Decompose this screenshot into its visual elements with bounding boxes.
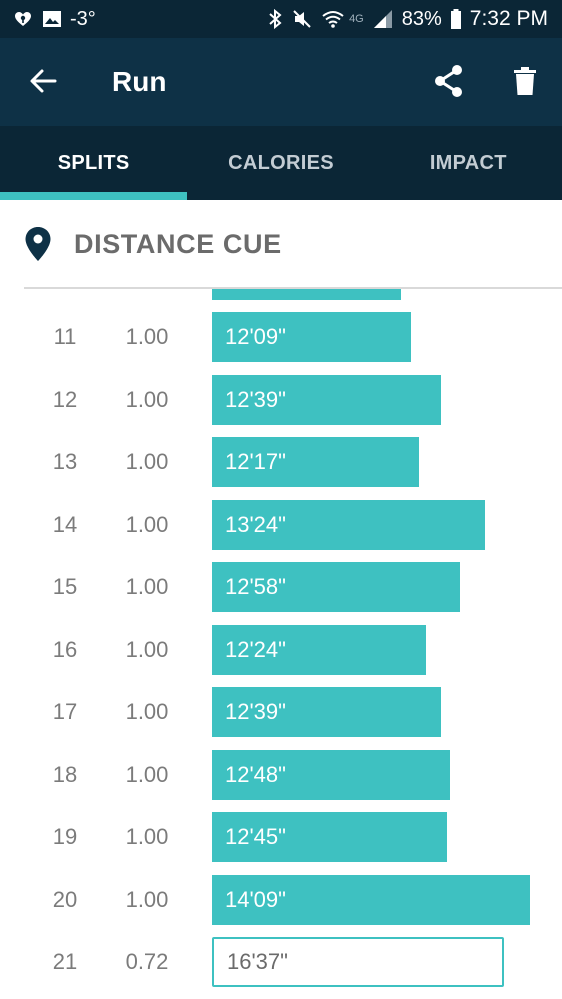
split-row: 13 1.00 12'17" bbox=[0, 437, 562, 499]
share-icon bbox=[433, 64, 465, 103]
clock-text: 7:32 PM bbox=[469, 7, 548, 30]
section-title: DISTANCE CUE bbox=[74, 229, 282, 259]
split-row: 19 1.00 12'45" bbox=[0, 812, 562, 874]
split-index: 16 bbox=[52, 636, 78, 662]
network-type-text: 4G bbox=[349, 13, 364, 25]
split-distance: 1.00 bbox=[125, 449, 169, 474]
split-index: 21 bbox=[52, 949, 78, 974]
battery-icon bbox=[450, 8, 462, 30]
split-index: 19 bbox=[52, 824, 78, 849]
split-row: 17 1.00 12'39" bbox=[0, 687, 562, 749]
split-distance: 1.00 bbox=[125, 699, 169, 724]
split-pace-bar: 12'39" bbox=[212, 374, 441, 425]
split-index: 14 bbox=[52, 511, 78, 537]
tab-splits-label: SPLITS bbox=[57, 151, 130, 174]
split-distance: 1.00 bbox=[125, 574, 169, 599]
split-pace-bar: 12'58" bbox=[212, 562, 460, 612]
tab-calories[interactable]: CALORIES bbox=[187, 126, 374, 200]
tab-bar: SPLITS CALORIES IMPACT bbox=[0, 126, 562, 200]
active-tab-indicator bbox=[0, 192, 187, 200]
split-index: 13 bbox=[52, 449, 78, 474]
split-pace-bar: 12'17" bbox=[212, 437, 419, 487]
radio-icon bbox=[12, 9, 34, 29]
split-pace-bar: 12'45" bbox=[212, 812, 447, 862]
split-time: 13'24" bbox=[225, 511, 286, 537]
wifi-icon bbox=[321, 9, 345, 29]
split-pace-bar: 12'09" bbox=[212, 312, 411, 362]
split-pace-bar: 12'39" bbox=[212, 687, 441, 737]
split-time: 12'45" bbox=[225, 824, 286, 849]
splits-list[interactable]: 11 1.00 12'09" 12 1.00 12'39" 13 1.00 12'17" 14 1.… bbox=[0, 289, 562, 999]
tab-impact[interactable]: IMPACT bbox=[375, 126, 562, 200]
status-bar-left: -3° bbox=[12, 0, 96, 38]
split-row: 14 1.00 13'24" bbox=[0, 499, 562, 562]
split-pace-bar: 14'09" bbox=[212, 874, 530, 925]
split-row: 18 1.00 12'48" bbox=[0, 749, 562, 812]
split-time: 16'37" bbox=[227, 949, 288, 974]
back-arrow-icon bbox=[29, 68, 57, 99]
distance-cue-header: DISTANCE CUE bbox=[0, 200, 562, 288]
split-index: 12 bbox=[52, 386, 78, 412]
split-pace-bar: 12'24" bbox=[212, 624, 426, 675]
split-distance: 0.72 bbox=[125, 949, 169, 974]
status-bar: -3° 4G 83% 7:32 PM bbox=[0, 0, 562, 38]
split-time: 12'17" bbox=[225, 449, 286, 474]
split-pace-bar: 12'48" bbox=[212, 749, 450, 800]
app-bar: Run bbox=[0, 38, 562, 126]
split-time: 14'09" bbox=[225, 886, 286, 912]
split-time: 12'24" bbox=[225, 636, 286, 662]
split-index: 18 bbox=[52, 761, 78, 787]
split-distance: 1.00 bbox=[125, 386, 169, 412]
split-index: 15 bbox=[52, 574, 78, 599]
split-time: 12'48" bbox=[225, 761, 286, 787]
split-distance: 1.00 bbox=[125, 761, 169, 787]
status-bar-right: 4G 83% 7:32 PM bbox=[267, 0, 548, 38]
location-pin-icon bbox=[24, 226, 52, 262]
split-distance: 1.00 bbox=[125, 324, 169, 349]
mute-icon bbox=[291, 8, 313, 30]
split-row: 16 1.00 12'24" bbox=[0, 624, 562, 687]
share-button[interactable] bbox=[424, 58, 474, 108]
bluetooth-icon bbox=[267, 8, 283, 30]
split-distance: 1.00 bbox=[125, 824, 169, 849]
temperature-text: -3° bbox=[70, 7, 96, 30]
split-pace-bar: 16'37" bbox=[212, 937, 504, 987]
split-time: 12'39" bbox=[225, 386, 286, 412]
split-index: 11 bbox=[53, 324, 77, 349]
split-index: 20 bbox=[52, 886, 78, 912]
split-distance: 1.00 bbox=[125, 886, 169, 912]
split-index: 17 bbox=[52, 699, 78, 724]
split-row: 12 1.00 12'39" bbox=[0, 374, 562, 437]
split-time: 12'39" bbox=[225, 699, 286, 724]
split-distance: 1.00 bbox=[125, 636, 169, 662]
battery-percent-text: 83% bbox=[401, 7, 442, 30]
page-title: Run bbox=[112, 66, 167, 97]
back-button[interactable] bbox=[18, 58, 68, 108]
trash-icon bbox=[513, 66, 537, 101]
split-pace-bar: 13'24" bbox=[212, 499, 485, 550]
split-row: 21 0.72 16'37" bbox=[0, 937, 562, 999]
signal-icon bbox=[372, 8, 394, 30]
tab-calories-label: CALORIES bbox=[228, 151, 334, 174]
tab-impact-label: IMPACT bbox=[429, 151, 507, 174]
previous-split-bar-partial bbox=[212, 289, 401, 300]
split-time: 12'58" bbox=[225, 574, 286, 599]
tab-splits[interactable]: SPLITS bbox=[0, 126, 187, 200]
split-distance: 1.00 bbox=[125, 511, 169, 537]
split-time: 12'09" bbox=[225, 324, 286, 349]
image-icon bbox=[42, 10, 62, 28]
split-row: 20 1.00 14'09" bbox=[0, 874, 562, 937]
split-row: 11 1.00 12'09" bbox=[0, 312, 562, 374]
split-row: 15 1.00 12'58" bbox=[0, 562, 562, 624]
delete-button[interactable] bbox=[500, 58, 550, 108]
